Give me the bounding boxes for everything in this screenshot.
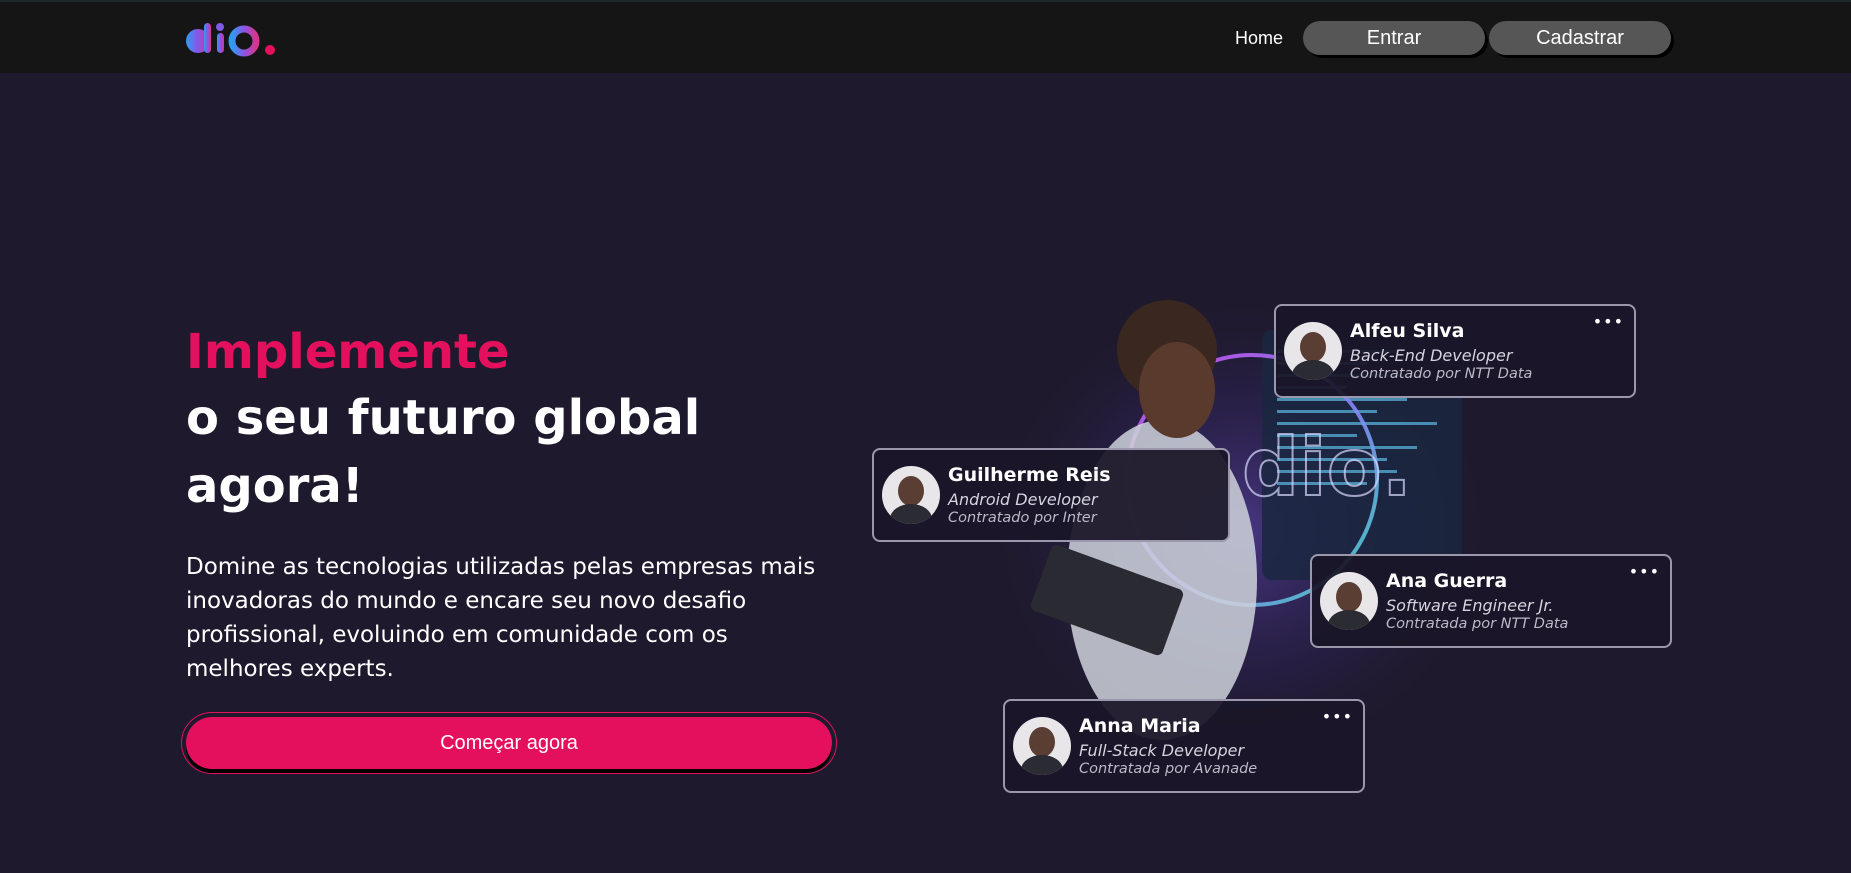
card-hired: Contratada por NTT Data — [1386, 616, 1569, 632]
profile-card-ana: Ana Guerra Software Engineer Jr. Contrat… — [1310, 554, 1672, 648]
login-button[interactable]: Entrar — [1303, 21, 1485, 55]
card-hired: Contratado por Inter — [948, 510, 1097, 526]
card-hired: Contratada por Avanade — [1079, 761, 1258, 777]
avatar — [1013, 717, 1071, 775]
card-role: Back-End Developer — [1350, 346, 1513, 365]
card-hired: Contratado por NTT Data — [1350, 366, 1533, 382]
card-role: Android Developer — [948, 490, 1098, 509]
main-nav: Home Entrar Cadastrar — [1235, 21, 1671, 55]
avatar — [882, 466, 940, 524]
nav-home-link[interactable]: Home — [1235, 28, 1283, 49]
card-role: Full-Stack Developer — [1079, 741, 1245, 760]
headline: o seu futuro global agora! — [186, 390, 701, 514]
card-name: Anna Maria — [1079, 715, 1201, 737]
more-options-icon[interactable]: ••• — [1629, 562, 1660, 581]
avatar — [1284, 322, 1342, 380]
more-options-icon[interactable]: ••• — [1322, 707, 1353, 726]
avatar — [1320, 572, 1378, 630]
top-navbar: Home Entrar Cadastrar — [0, 0, 1851, 73]
more-options-icon[interactable]: ••• — [1593, 312, 1624, 331]
svg-text:dio.: dio. — [1242, 421, 1412, 514]
card-name: Guilherme Reis — [948, 464, 1111, 486]
start-now-button[interactable]: Começar agora — [186, 717, 832, 769]
dio-logo[interactable] — [184, 19, 284, 59]
hero-text: Implemente o seu futuro global agora! Do… — [186, 320, 846, 686]
card-name: Ana Guerra — [1386, 570, 1508, 592]
card-role: Software Engineer Jr. — [1386, 596, 1554, 615]
profile-card-guilherme: Guilherme Reis Android Developer Contrat… — [872, 448, 1230, 542]
card-name: Alfeu Silva — [1350, 320, 1465, 342]
profile-card-alfeu: Alfeu Silva Back-End Developer Contratad… — [1274, 304, 1636, 398]
profile-card-anna: Anna Maria Full-Stack Developer Contrata… — [1003, 699, 1365, 793]
signup-button[interactable]: Cadastrar — [1489, 21, 1671, 55]
cta-outline: Começar agora — [181, 712, 837, 774]
hero-description: Domine as tecnologias utilizadas pelas e… — [186, 554, 816, 682]
headline-accent: Implemente — [186, 324, 510, 380]
hero-illustration: dio. Alfeu Silva Back-End Developer Cont… — [872, 270, 1672, 800]
